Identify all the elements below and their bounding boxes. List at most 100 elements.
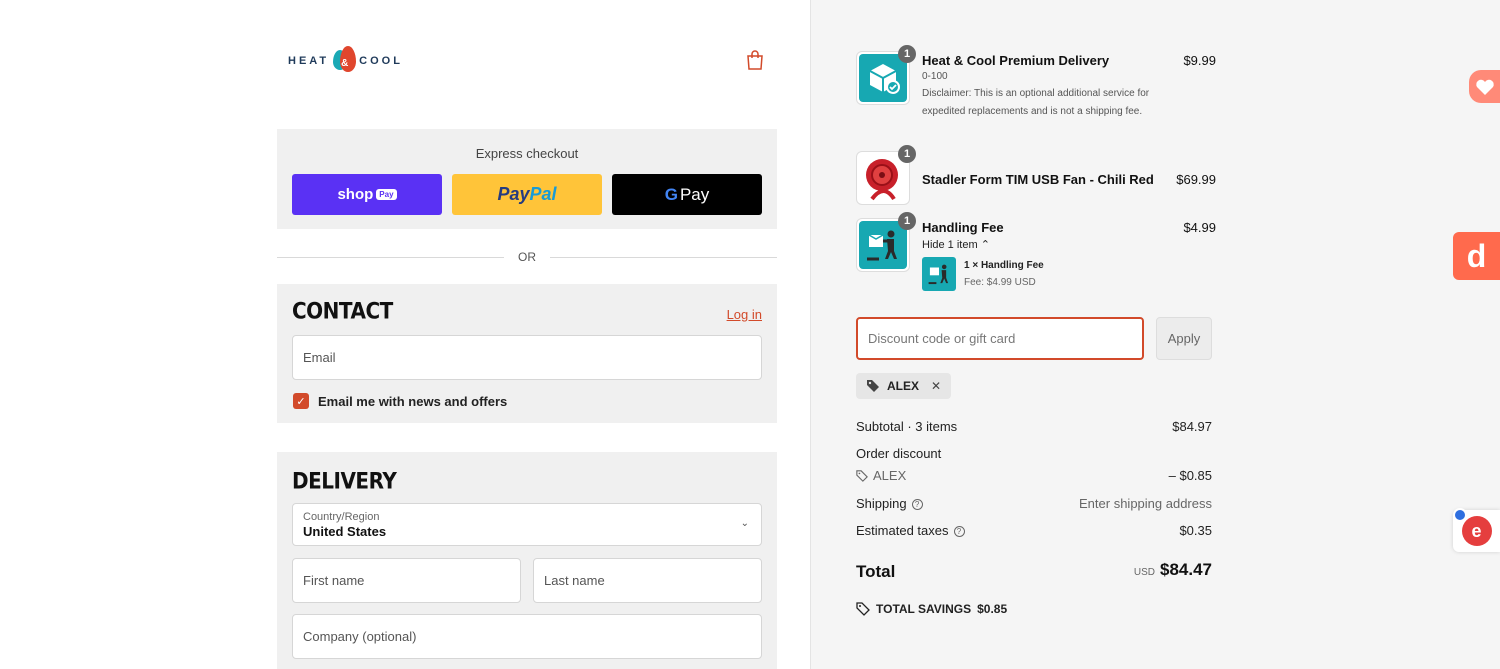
country-value: United States — [303, 524, 387, 539]
checkout-form-column: HEAT & COOL Express checkout shop Pay Pa… — [0, 0, 810, 669]
line-item: 1 Heat & Cool Premium Delivery $9.99 0-1… — [856, 45, 1216, 141]
order-discount-label: Order discount — [856, 446, 942, 461]
item-name: Heat & Cool Premium Delivery — [922, 53, 1110, 68]
newsletter-label: Email me with news and offers — [318, 393, 508, 409]
chevron-up-icon: ⌃ — [980, 239, 990, 251]
or-divider: OR — [277, 249, 777, 265]
company-placeholder: Company (optional) — [303, 629, 417, 644]
tag-icon — [867, 380, 879, 392]
bundled-item-fee: Fee: $4.99 USD — [964, 277, 1036, 288]
subtotal-value: $84.97 — [1172, 419, 1212, 434]
discount-code-input[interactable]: Discount code or gift card — [856, 317, 1144, 360]
or-label: OR — [518, 250, 536, 264]
total-value: $84.47 — [1160, 560, 1212, 579]
delivery-heading: DELIVERY — [292, 467, 397, 495]
item-price: $69.99 — [1176, 172, 1216, 187]
contact-section: CONTACT Log in Email ✓ Email me with new… — [277, 284, 777, 423]
shop-pay-button[interactable]: shop Pay — [292, 174, 442, 215]
subtotal-items: 3 items — [915, 419, 958, 434]
taxes-value: $0.35 — [1179, 523, 1212, 538]
apply-label: Apply — [1167, 331, 1201, 346]
tag-icon — [856, 602, 870, 616]
savings-value: $0.85 — [977, 602, 1008, 616]
contact-heading: CONTACT — [292, 297, 393, 325]
side-widget-d[interactable]: d — [1453, 232, 1500, 280]
shipping-value: Enter shipping address — [1079, 496, 1212, 511]
shipping-label: Shipping — [856, 496, 907, 511]
paypal-button[interactable]: Pay Pal — [452, 174, 602, 215]
item-price: $4.99 — [1183, 220, 1216, 235]
savings-label: TOTAL SAVINGS — [876, 602, 972, 616]
delivery-section: DELIVERY Country/Region United States ⌄ … — [277, 452, 777, 669]
bundled-item-name: 1 × Handling Fee — [964, 260, 1044, 271]
login-link[interactable]: Log in — [727, 307, 762, 322]
handling-icon — [928, 264, 949, 285]
last-name-field[interactable]: Last name — [533, 558, 762, 603]
shop-pay-badge: Pay — [376, 189, 397, 200]
newsletter-checkbox[interactable]: ✓ — [293, 393, 309, 409]
widget-d-letter: d — [1466, 237, 1487, 274]
item-disclaimer: Disclaimer: This is an optional addition… — [922, 88, 1150, 117]
company-field[interactable]: Company (optional) — [292, 614, 762, 659]
logo-ampersand: & — [341, 58, 349, 69]
applied-code-label: ALEX — [887, 379, 920, 393]
item-price: $9.99 — [1183, 53, 1216, 68]
info-icon[interactable]: ? — [911, 499, 923, 511]
quantity-badge: 1 — [898, 212, 916, 230]
country-label: Country/Region — [303, 511, 380, 523]
logo-text-heat: HEAT — [288, 55, 330, 67]
package-check-icon — [869, 64, 900, 94]
order-summary-column: 1 Heat & Cool Premium Delivery $9.99 0-1… — [810, 0, 1500, 669]
quantity-badge: 1 — [898, 45, 916, 63]
discount-placeholder: Discount code or gift card — [868, 331, 1016, 346]
discount-value: – $0.85 — [1168, 468, 1212, 483]
shopping-bag-icon[interactable] — [746, 50, 764, 70]
taxes-label: Estimated taxes — [856, 523, 949, 538]
email-field[interactable]: Email — [292, 335, 762, 380]
email-placeholder: Email — [303, 350, 336, 365]
info-icon[interactable]: ? — [953, 526, 965, 538]
applied-discount-chip: ALEX ✕ — [856, 373, 952, 399]
subtotal-label: Subtotal — [856, 419, 904, 434]
last-name-placeholder: Last name — [544, 573, 605, 588]
item-name: Stadler Form TIM USB Fan - Chili Red — [922, 172, 1154, 187]
logo-text-cool: COOL — [359, 55, 403, 67]
line-item: 1 Stadler Form TIM USB Fan - Chili Red $… — [856, 145, 1216, 207]
apply-discount-button[interactable]: Apply — [1156, 317, 1212, 360]
quantity-badge: 1 — [898, 145, 916, 163]
handling-icon — [867, 230, 897, 261]
user-dot-icon — [1453, 508, 1467, 522]
newsletter-option[interactable]: ✓ Email me with news and offers — [293, 393, 507, 409]
paypal-label-pay: Pay — [497, 184, 530, 204]
logo-drop-icon: & — [333, 46, 357, 76]
hide-items-label: Hide 1 item — [922, 239, 978, 251]
item-name: Handling Fee — [922, 220, 1004, 235]
brand-logo[interactable]: HEAT & COOL — [288, 44, 403, 78]
total-currency: USD — [1133, 567, 1155, 578]
first-name-field[interactable]: First name — [292, 558, 521, 603]
total-savings: TOTAL SAVINGS $0.85 — [856, 602, 1007, 616]
total-label: Total — [856, 562, 896, 581]
line-item: 1 Handling Fee $4.99 Hide 1 item ⌃ 1 × H… — [856, 212, 1216, 298]
bundled-item: 1 × Handling Fee Fee: $4.99 USD — [922, 257, 1044, 291]
shop-pay-label: shop — [337, 186, 374, 203]
product-thumbnail: 1 — [856, 145, 916, 205]
remove-discount-icon[interactable]: ✕ — [931, 379, 941, 393]
item-variant: 0-100 — [922, 71, 948, 82]
wishlist-heart-widget[interactable] — [1469, 70, 1500, 103]
hide-items-toggle[interactable]: Hide 1 item ⌃ — [922, 238, 990, 251]
widget-e-letter: e — [1471, 520, 1482, 541]
express-checkout-panel: Express checkout shop Pay Pay Pal G Pay — [277, 129, 777, 229]
discount-code-label: ALEX — [873, 468, 907, 483]
google-pay-label: Pay — [679, 184, 710, 204]
side-widget-e[interactable]: e — [1453, 508, 1500, 552]
paypal-label-pal: Pal — [529, 184, 557, 204]
country-select[interactable]: Country/Region United States ⌄ — [292, 503, 762, 546]
google-pay-button[interactable]: G Pay — [612, 174, 762, 215]
first-name-placeholder: First name — [303, 573, 365, 588]
express-checkout-title: Express checkout — [475, 146, 579, 161]
bundled-item-thumbnail — [922, 257, 956, 291]
heart-tag-icon — [1475, 79, 1494, 95]
product-thumbnail: 1 — [856, 45, 916, 105]
product-thumbnail: 1 — [856, 212, 916, 272]
